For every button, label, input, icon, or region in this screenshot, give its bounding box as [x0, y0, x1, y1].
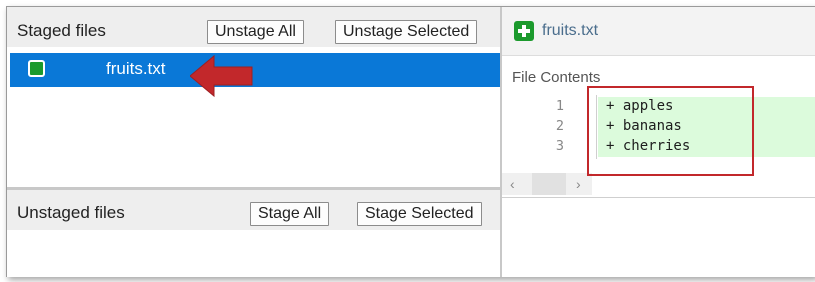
- scrollbar-thumb[interactable]: [532, 173, 566, 195]
- plus-box-icon: [514, 21, 534, 41]
- unstage-all-button[interactable]: Unstage All: [207, 20, 304, 44]
- file-contents-label: File Contents: [512, 69, 601, 86]
- line-number: 2: [555, 118, 564, 134]
- stage-all-button[interactable]: Stage All: [250, 202, 330, 226]
- unstaged-files-list: [7, 230, 500, 277]
- unstaged-files-header: Unstaged files Stage All Stage Selected: [7, 190, 500, 230]
- staged-files-header: Staged files Unstage All Unstage Selecte…: [7, 7, 500, 47]
- line-number: 1: [555, 98, 564, 114]
- red-arrow-annotation: [190, 54, 253, 98]
- scroll-left-icon[interactable]: ‹: [510, 176, 515, 192]
- diff-separator: [502, 197, 815, 198]
- horizontal-scrollbar[interactable]: ‹ ›: [502, 173, 592, 195]
- diff-header: fruits.txt: [502, 7, 815, 56]
- plus-box-icon: [28, 60, 45, 77]
- diff-file-name: fruits.txt: [542, 22, 599, 39]
- staged-file-name: fruits.txt: [106, 59, 166, 78]
- scroll-right-icon[interactable]: ›: [576, 176, 581, 192]
- file-lists-pane: Staged files Unstage All Unstage Selecte…: [7, 7, 500, 277]
- unstaged-files-title: Unstaged files: [17, 203, 125, 222]
- line-number: 3: [555, 138, 564, 154]
- stage-selected-button[interactable]: Stage Selected: [357, 202, 482, 226]
- red-highlight-box-annotation: [587, 86, 754, 176]
- unstage-selected-button[interactable]: Unstage Selected: [335, 20, 478, 44]
- staged-files-title: Staged files: [17, 21, 106, 40]
